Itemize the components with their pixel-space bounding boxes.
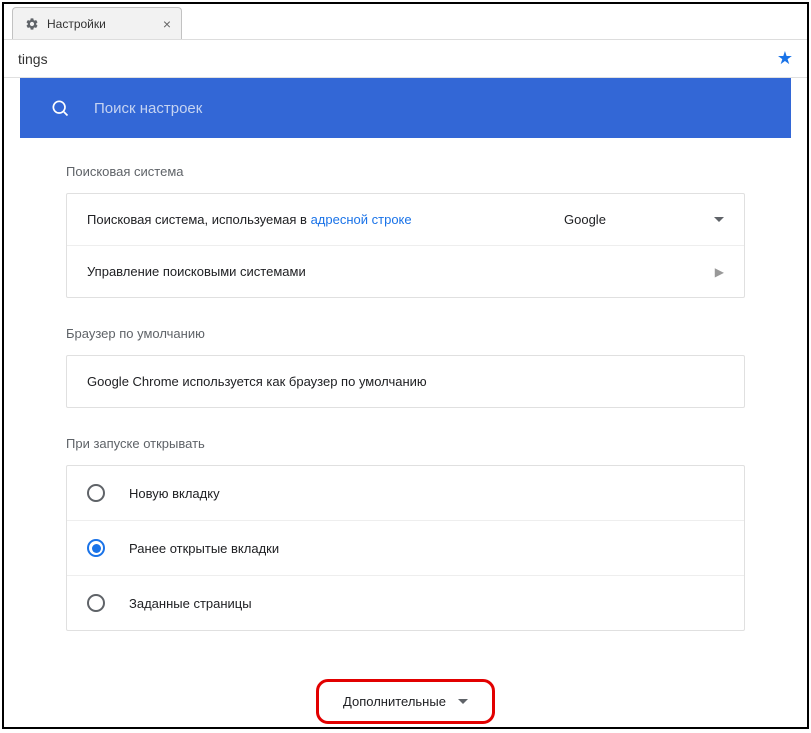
section-on-startup: При запуске открывать Новую вкладку Ране…	[20, 436, 791, 631]
search-engine-row: Поисковая система, используемая в адресн…	[67, 194, 744, 246]
search-engine-select[interactable]: Google	[564, 212, 724, 227]
section-title: Поисковая система	[66, 164, 745, 179]
chevron-down-icon	[714, 217, 724, 223]
default-browser-status: Google Chrome используется как браузер п…	[87, 374, 427, 389]
chevron-right-icon: ▶	[715, 265, 724, 279]
default-browser-card: Google Chrome используется как браузер п…	[66, 355, 745, 408]
option-label: Новую вкладку	[129, 486, 220, 501]
bookmark-star-icon[interactable]: ★	[777, 48, 793, 69]
section-default-browser: Браузер по умолчанию Google Chrome испол…	[20, 326, 791, 408]
settings-content: Поисковая система Поисковая система, исп…	[4, 78, 807, 727]
address-bar-link[interactable]: адресной строке	[311, 212, 412, 227]
advanced-button[interactable]: Дополнительные	[316, 679, 495, 724]
search-icon	[50, 98, 70, 118]
manage-engines-label: Управление поисковыми системами	[87, 264, 715, 279]
section-search-engine: Поисковая система Поисковая система, исп…	[20, 164, 791, 298]
selected-engine: Google	[564, 212, 606, 227]
search-input[interactable]	[94, 100, 761, 117]
close-icon[interactable]: ×	[163, 16, 171, 32]
startup-option-continue[interactable]: Ранее открытые вкладки	[67, 521, 744, 576]
tab-title: Настройки	[47, 17, 106, 31]
section-title: Браузер по умолчанию	[66, 326, 745, 341]
radio-button[interactable]	[87, 594, 105, 612]
advanced-label: Дополнительные	[343, 694, 446, 709]
url-text: tings	[18, 51, 777, 67]
manage-search-engines-row[interactable]: Управление поисковыми системами ▶	[67, 246, 744, 297]
startup-card: Новую вкладку Ранее открытые вкладки Зад…	[66, 465, 745, 631]
browser-tab[interactable]: Настройки ×	[12, 7, 182, 39]
option-label: Ранее открытые вкладки	[129, 541, 279, 556]
search-engine-label: Поисковая система, используемая в адресн…	[87, 212, 564, 227]
chevron-down-icon	[458, 697, 468, 707]
radio-button[interactable]	[87, 484, 105, 502]
advanced-section: Дополнительные	[20, 659, 791, 727]
default-browser-status-row: Google Chrome используется как браузер п…	[67, 356, 744, 407]
address-bar[interactable]: tings ★	[4, 40, 807, 78]
settings-search-bar[interactable]	[20, 78, 791, 138]
search-engine-card: Поисковая система, используемая в адресн…	[66, 193, 745, 298]
tab-strip: Настройки ×	[4, 4, 807, 40]
section-title: При запуске открывать	[66, 436, 745, 451]
gear-icon	[25, 17, 39, 31]
startup-option-specific[interactable]: Заданные страницы	[67, 576, 744, 630]
startup-option-new-tab[interactable]: Новую вкладку	[67, 466, 744, 521]
option-label: Заданные страницы	[129, 596, 252, 611]
radio-button[interactable]	[87, 539, 105, 557]
